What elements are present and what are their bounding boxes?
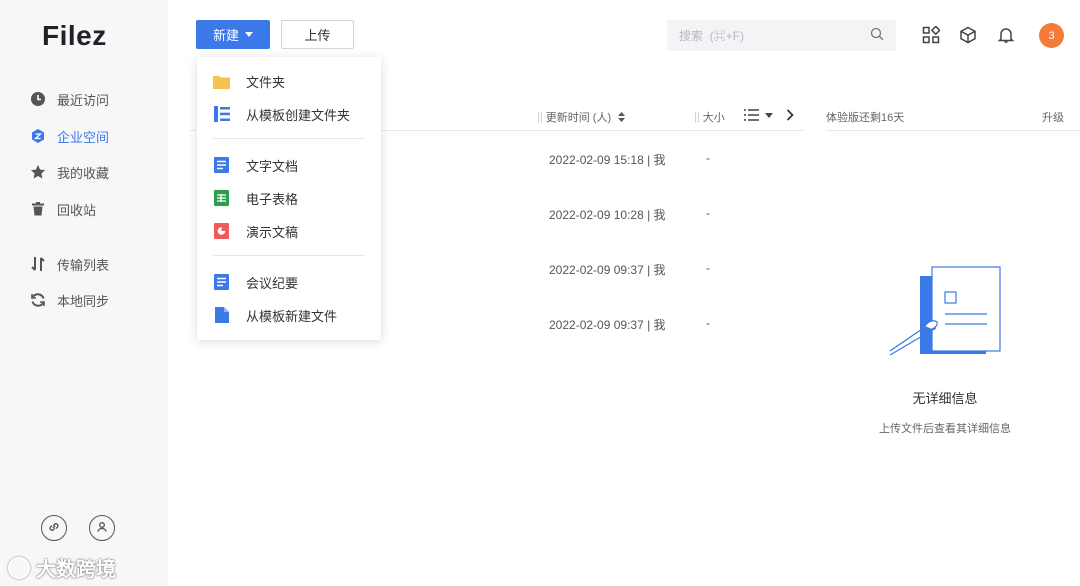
empty-state-illustration [885, 264, 1005, 364]
menu-item-label: 从模板新建文件 [246, 308, 338, 324]
watermark-text: 大数跨境 [36, 559, 116, 581]
minutes-icon [213, 274, 230, 291]
menu-item-template-file[interactable]: 从模板新建文件 [197, 301, 381, 329]
chevron-right-icon [786, 109, 794, 121]
menu-divider [213, 255, 365, 256]
template-folder-icon [213, 106, 230, 123]
row-updated-cell: 2022-02-09 15:18 | 我 [549, 153, 666, 167]
column-separator: || [537, 111, 543, 123]
caret-down-icon [765, 112, 773, 118]
menu-item-presentation[interactable]: 演示文稿 [197, 217, 381, 245]
enterprise-icon [30, 128, 46, 144]
sidebar-item-label: 最近访问 [57, 92, 110, 108]
sync-icon [30, 292, 46, 308]
column-separator: || [694, 111, 700, 123]
doc-icon [213, 157, 230, 174]
menu-divider [213, 138, 365, 139]
sidebar-item-sync[interactable]: 本地同步 [30, 288, 109, 312]
slides-icon [213, 223, 230, 240]
upload-button-label: 上传 [304, 28, 331, 43]
star-icon [30, 164, 46, 180]
sidebar-item-label: 传输列表 [57, 257, 110, 273]
column-header-size[interactable]: || 大小 [694, 109, 725, 125]
new-button[interactable]: 新建 [196, 20, 270, 49]
menu-item-folder[interactable]: 文件夹 [197, 67, 381, 95]
empty-state-title: 无详细信息 [912, 391, 978, 406]
row-size-cell: - [706, 261, 710, 275]
column-header-size-label: 大小 [702, 112, 725, 124]
menu-item-spreadsheet[interactable]: 电子表格 [197, 184, 381, 212]
menu-item-text-doc[interactable]: 文字文档 [197, 151, 381, 179]
menu-item-label: 演示文稿 [246, 224, 299, 240]
menu-item-label: 会议纪要 [246, 275, 299, 291]
template-file-icon [213, 307, 230, 324]
search-input[interactable] [679, 28, 870, 43]
sidebar-item-label: 回收站 [57, 202, 97, 218]
list-view-icon [744, 109, 759, 121]
share-user-button[interactable] [89, 515, 115, 541]
watermark-logo [8, 556, 30, 579]
caret-down-icon [245, 32, 253, 37]
trash-icon [30, 201, 46, 217]
sidebar-item-label: 企业空间 [57, 129, 110, 145]
link-button[interactable] [41, 515, 67, 541]
avatar[interactable]: 3 [1039, 23, 1064, 48]
row-updated-cell: 2022-02-09 10:28 | 我 [549, 208, 666, 222]
search-icon[interactable] [870, 27, 884, 44]
search-box [667, 20, 896, 51]
sidebar-item-enterprise[interactable]: 企业空间 [30, 124, 109, 148]
menu-item-template-folder[interactable]: 从模板创建文件夹 [197, 100, 381, 128]
sidebar-item-trash[interactable]: 回收站 [30, 197, 96, 221]
apps-grid-icon[interactable] [921, 25, 941, 45]
menu-item-label: 文件夹 [246, 74, 286, 90]
menu-item-label: 电子表格 [246, 191, 299, 207]
link-icon [47, 520, 61, 537]
upload-button[interactable]: 上传 [281, 20, 354, 49]
sidebar-item-favorites[interactable]: 我的收藏 [30, 160, 109, 184]
row-size-cell: - [706, 316, 710, 330]
cube-icon[interactable] [958, 25, 978, 45]
app-logo: Filez [42, 20, 107, 51]
empty-state-subtitle: 上传文件后查看其详细信息 [879, 423, 1011, 435]
sidebar: Filez 最近访问 企业空间 我的收藏 回收站 传输列表 本地同步 大数跨境 [0, 0, 168, 586]
row-size-cell: - [706, 206, 710, 220]
share-user-icon [95, 520, 109, 537]
list-view-toggle[interactable] [744, 109, 773, 121]
trial-remaining-text: 体验版还剩16天 [826, 112, 905, 124]
sheet-icon [213, 190, 230, 207]
row-updated-cell: 2022-02-09 09:37 | 我 [549, 318, 666, 332]
transfer-icon [30, 256, 46, 272]
menu-item-label: 从模板创建文件夹 [246, 107, 351, 123]
column-header-updated-label: 更新时间 (人) [545, 112, 612, 124]
watermark: 大数跨境 [8, 553, 116, 582]
sidebar-item-recent[interactable]: 最近访问 [30, 87, 109, 111]
row-updated-cell: 2022-02-09 09:37 | 我 [549, 263, 666, 277]
upgrade-link[interactable]: 升级 [1042, 109, 1064, 125]
sidebar-item-label: 本地同步 [57, 293, 110, 309]
clock-icon [30, 91, 46, 107]
new-button-label: 新建 [212, 28, 239, 43]
sort-icon[interactable] [618, 112, 626, 122]
detail-panel-header: 体验版还剩16天 升级 [826, 109, 1064, 125]
column-header-updated[interactable]: || 更新时间 (人) [537, 109, 626, 125]
menu-item-meeting-minutes[interactable]: 会议纪要 [197, 268, 381, 296]
menu-item-label: 文字文档 [246, 158, 299, 174]
new-dropdown-menu: 文件夹 从模板创建文件夹 文字文档 电子表格 演示文稿 会议纪要 从模板新建文件 [197, 57, 381, 340]
toggle-detail-button[interactable] [786, 109, 794, 121]
bell-icon[interactable] [996, 25, 1016, 45]
detail-panel-divider [826, 130, 1080, 131]
folder-icon [213, 73, 230, 90]
sidebar-item-transfer[interactable]: 传输列表 [30, 252, 109, 276]
sidebar-item-label: 我的收藏 [57, 165, 110, 181]
row-size-cell: - [706, 151, 710, 165]
